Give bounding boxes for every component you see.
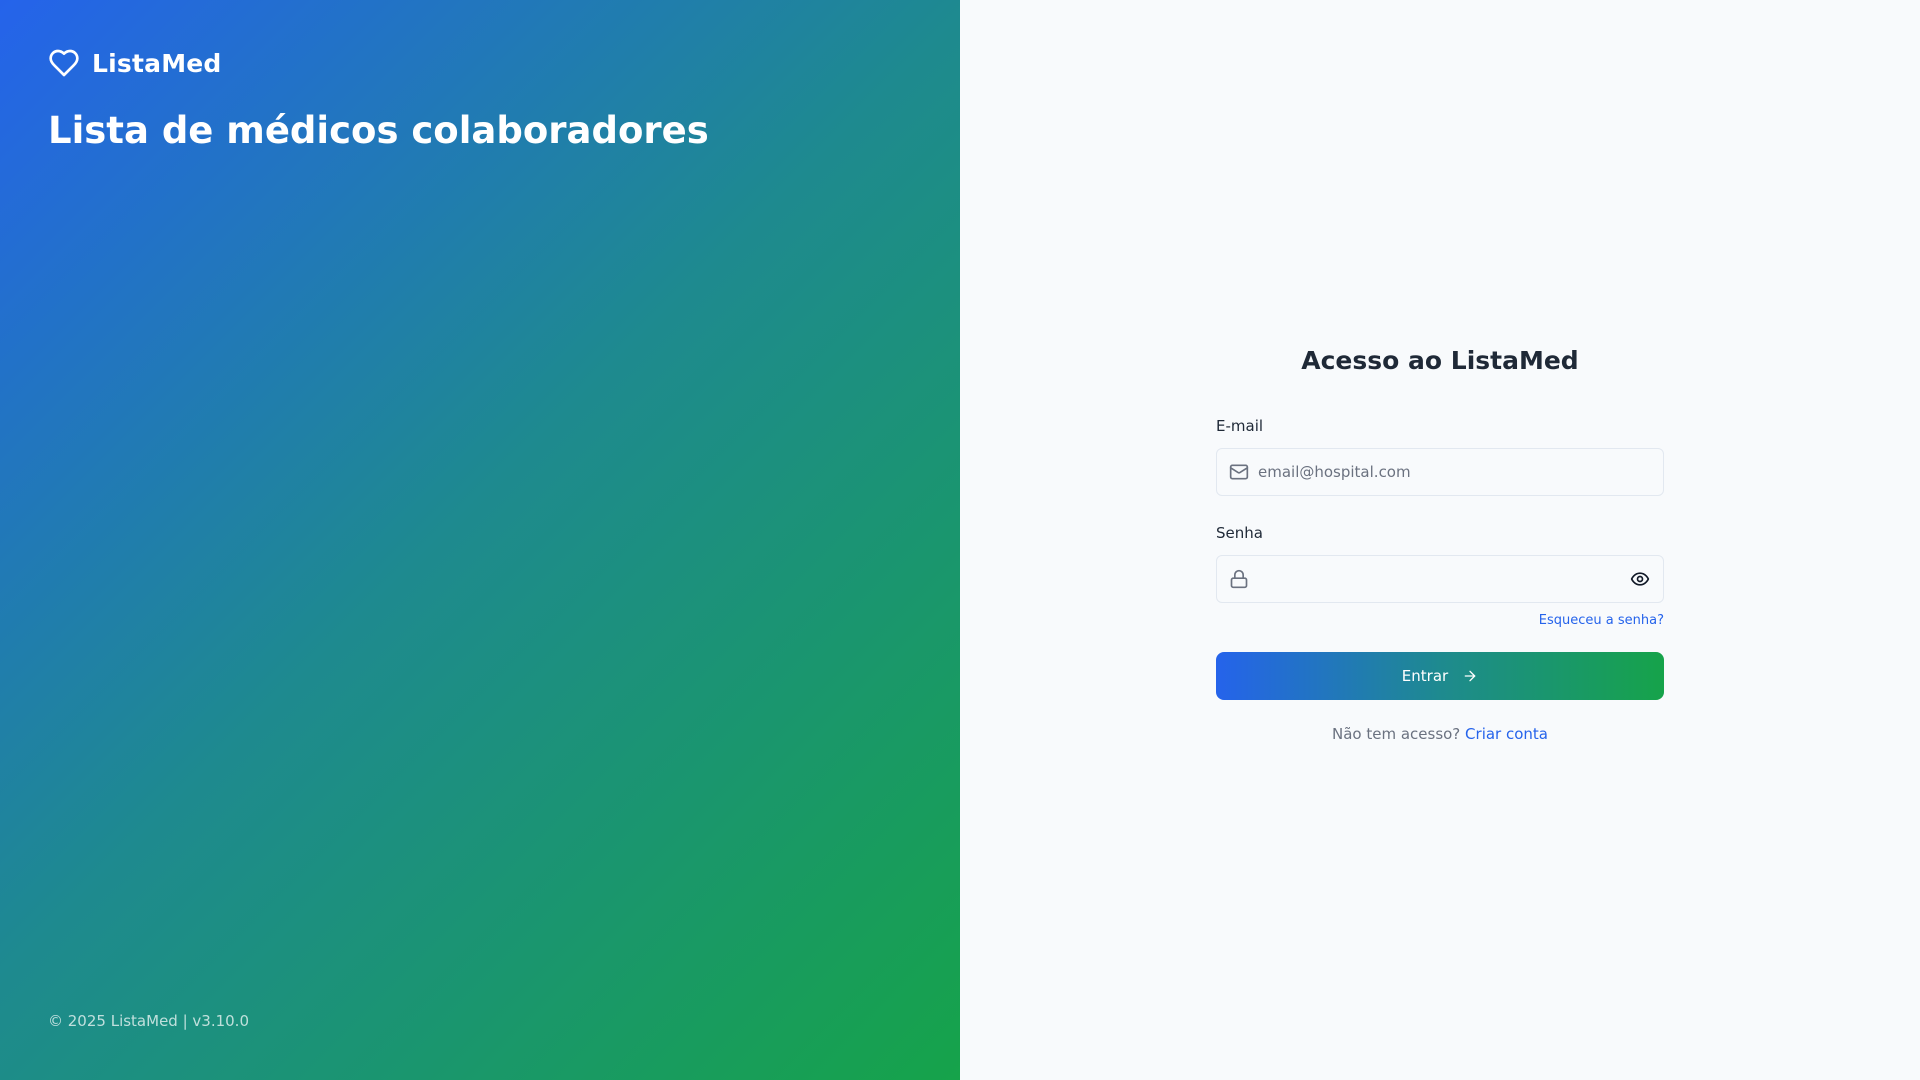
brand-name: ListaMed [92,48,222,78]
hero-panel: ListaMed Lista de médicos colaboradores … [0,0,960,1080]
arrow-right-icon [1462,668,1478,684]
login-form: Acesso ao ListaMed E-mail Senha [1216,340,1664,744]
lock-icon [1229,569,1249,589]
signup-prompt: Não tem acesso? [1331,725,1466,743]
forgot-password-link[interactable]: Esqueceu a senha? [1539,613,1664,628]
create-account-link[interactable]: Criar conta [1465,725,1548,743]
login-panel: Acesso ao ListaMed E-mail Senha [960,0,1920,1080]
password-field [1216,555,1664,603]
login-page: ListaMed Lista de médicos colaboradores … [0,0,1920,1080]
email-field [1216,448,1664,496]
login-title: Acesso ao ListaMed [1301,346,1579,375]
signup-row: Não tem acesso? Criar conta [1216,724,1664,744]
forgot-row: Esqueceu a senha? [1216,610,1664,628]
eye-icon[interactable] [1629,568,1651,590]
email-input[interactable] [1258,449,1651,495]
password-input[interactable] [1258,556,1629,602]
hero-title: Lista de médicos colaboradores [48,109,709,152]
login-button[interactable]: Entrar [1216,652,1664,700]
email-label: E-mail [1216,417,1264,435]
login-button-label: Entrar [1401,667,1449,685]
password-label: Senha [1216,524,1263,542]
mail-icon [1229,462,1249,482]
copyright-footer: © 2025 ListaMed | v3.10.0 [48,1012,249,1030]
heart-icon [48,47,80,79]
brand: ListaMed [48,47,222,79]
